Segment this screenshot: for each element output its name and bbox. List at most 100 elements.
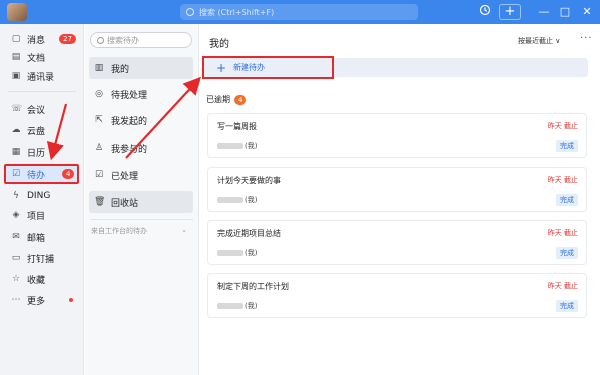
todo-search-input[interactable]: 搜索待办 bbox=[90, 32, 192, 48]
nav-label: 消息 bbox=[27, 35, 46, 46]
todo-filter-panel: 搜索待办 ▥ 我的 ◎ 待我处理 ⇱ 我发起的 ♙ 我参与的 ☑ 已处理 🗑 回… bbox=[85, 24, 199, 375]
new-button[interactable]: + bbox=[499, 4, 521, 20]
chevron-down-icon: ⌄ bbox=[181, 226, 187, 234]
search-icon bbox=[186, 8, 194, 16]
complete-button[interactable]: 完成 bbox=[556, 140, 578, 152]
todo-assignee: (我) bbox=[217, 248, 257, 258]
blurred-name bbox=[217, 197, 243, 203]
share-icon: ⇱ bbox=[95, 115, 103, 125]
inbox-icon: ▥ bbox=[94, 63, 104, 73]
nav-item-favorites[interactable]: ☆ 收藏 bbox=[6, 270, 78, 288]
more-options-icon[interactable]: ··· bbox=[580, 33, 593, 44]
panel-divider bbox=[90, 219, 193, 220]
filter-label: 回收站 bbox=[111, 198, 139, 209]
filter-done[interactable]: ☑ 已处理 bbox=[89, 164, 193, 186]
filter-label: 我发起的 bbox=[111, 116, 148, 127]
nav-divider bbox=[8, 91, 76, 92]
ding-icon: ϟ bbox=[13, 191, 19, 201]
filter-label: 我参与的 bbox=[111, 144, 148, 155]
calendar-icon: ▦ bbox=[11, 147, 21, 157]
page-title: 我的 bbox=[209, 39, 229, 50]
todo-card[interactable]: 制定下周的工作计划 昨天 截止 (我) 完成 bbox=[207, 273, 587, 318]
nav-item-project[interactable]: ◈ 项目 bbox=[6, 206, 78, 224]
nav-item-mail[interactable]: ✉ 邮箱 bbox=[6, 228, 78, 246]
new-todo-bar[interactable]: + 新建待办 bbox=[202, 56, 588, 79]
todo-badge: 4 bbox=[62, 169, 75, 179]
nav-item-meeting[interactable]: ☏ 会议 bbox=[6, 100, 78, 118]
nav-label: 打钉捕 bbox=[27, 254, 55, 265]
todo-search-placeholder: 搜索待办 bbox=[107, 35, 139, 45]
todo-due: 昨天 截止 bbox=[547, 122, 578, 130]
todo-card[interactable]: 写一篇周报 昨天 截止 (我) 完成 bbox=[207, 113, 587, 158]
nav-label: 项目 bbox=[27, 211, 46, 222]
close-button[interactable]: ✕ bbox=[581, 4, 593, 20]
left-navigation: ▢ 消息 27 ▤ 文档 ▣ 通讯录 ☏ 会议 ☁ 云盘 ▦ 日历 ☑ 待办 4… bbox=[0, 24, 84, 375]
blurred-name bbox=[217, 143, 243, 149]
project-icon: ◈ bbox=[12, 210, 20, 220]
todo-assignee: (我) bbox=[217, 141, 257, 151]
plus-icon: + bbox=[216, 60, 227, 75]
user-icon: ◎ bbox=[95, 89, 103, 99]
workbench-label: 来自工作台的待办 bbox=[91, 227, 147, 235]
nav-item-todo[interactable]: ☑ 待办 4 bbox=[4, 164, 79, 184]
blurred-name bbox=[217, 250, 243, 256]
filter-mine[interactable]: ▥ 我的 bbox=[89, 57, 193, 79]
todo-title: 写一篇周报 bbox=[217, 122, 257, 131]
nav-item-messages[interactable]: ▢ 消息 27 bbox=[6, 30, 78, 48]
assignee-label: (我) bbox=[245, 142, 258, 150]
assignee-label: (我) bbox=[245, 249, 258, 257]
nav-label: 邮箱 bbox=[27, 233, 46, 244]
meeting-icon: ☏ bbox=[11, 104, 23, 114]
mail-icon: ✉ bbox=[12, 232, 20, 242]
complete-button[interactable]: 完成 bbox=[556, 247, 578, 259]
new-todo-button[interactable]: + 新建待办 bbox=[202, 56, 334, 79]
nav-item-calendar[interactable]: ▦ 日历 bbox=[6, 143, 78, 161]
maximize-button[interactable]: □ bbox=[559, 4, 571, 20]
nav-label: 更多 bbox=[27, 296, 46, 307]
filter-participated[interactable]: ♙ 我参与的 bbox=[89, 137, 193, 159]
complete-button[interactable]: 完成 bbox=[556, 300, 578, 312]
nav-item-docs[interactable]: ▤ 文档 bbox=[6, 48, 78, 66]
filter-initiated[interactable]: ⇱ 我发起的 bbox=[89, 109, 193, 131]
more-icon: ⋯ bbox=[11, 295, 21, 305]
todo-icon: ☑ bbox=[11, 169, 21, 179]
nav-label: DING bbox=[27, 191, 51, 201]
assignee-label: (我) bbox=[245, 196, 258, 204]
history-icon[interactable] bbox=[478, 4, 492, 21]
filter-pending[interactable]: ◎ 待我处理 bbox=[89, 83, 193, 105]
todo-title: 制定下周的工作计划 bbox=[217, 282, 289, 291]
nav-item-cloud[interactable]: ☁ 云盘 bbox=[6, 121, 78, 139]
filter-label: 我的 bbox=[111, 64, 130, 75]
star-icon: ☆ bbox=[11, 274, 21, 284]
global-search-input[interactable]: 搜索 (Ctrl+Shift+F) bbox=[180, 4, 418, 20]
todo-card[interactable]: 完成近期项目总结 昨天 截止 (我) 完成 bbox=[207, 220, 587, 265]
filter-label: 已处理 bbox=[111, 171, 139, 182]
title-bar: 搜索 (Ctrl+Shift+F) + — □ ✕ bbox=[0, 0, 600, 24]
nav-item-more[interactable]: ⋯ 更多 bbox=[6, 291, 78, 309]
todo-card[interactable]: 计划今天要做的事 昨天 截止 (我) 完成 bbox=[207, 167, 587, 212]
nav-item-contacts[interactable]: ▣ 通讯录 bbox=[6, 67, 78, 85]
contacts-icon: ▣ bbox=[11, 71, 21, 81]
nav-item-ding[interactable]: ϟ DING bbox=[6, 187, 78, 205]
trash-icon: 🗑 bbox=[94, 197, 106, 207]
more-dot bbox=[69, 298, 73, 302]
overdue-section-header: 已逾期 4 bbox=[206, 94, 247, 105]
nav-label: 会议 bbox=[27, 105, 46, 116]
nav-label: 云盘 bbox=[27, 126, 46, 137]
blurred-name bbox=[217, 303, 243, 309]
todo-due: 昨天 截止 bbox=[547, 176, 578, 184]
workbench-todo-section[interactable]: 来自工作台的待办 ⌄ bbox=[91, 226, 191, 236]
sort-dropdown[interactable]: 按最近截止 ∨ bbox=[518, 36, 560, 46]
overdue-count-badge: 4 bbox=[234, 94, 247, 105]
nav-label: 文档 bbox=[27, 53, 46, 64]
user-avatar[interactable] bbox=[7, 3, 27, 21]
filter-trash[interactable]: 🗑 回收站 bbox=[89, 191, 193, 213]
section-label: 已逾期 bbox=[206, 95, 230, 104]
nav-item-pin[interactable]: ▭ 打钉捕 bbox=[6, 249, 78, 267]
minimize-button[interactable]: — bbox=[538, 4, 550, 20]
new-todo-label: 新建待办 bbox=[233, 63, 266, 72]
search-icon bbox=[97, 36, 104, 44]
nav-label: 待办 bbox=[27, 170, 46, 181]
complete-button[interactable]: 完成 bbox=[556, 194, 578, 206]
assignee-label: (我) bbox=[245, 302, 258, 310]
